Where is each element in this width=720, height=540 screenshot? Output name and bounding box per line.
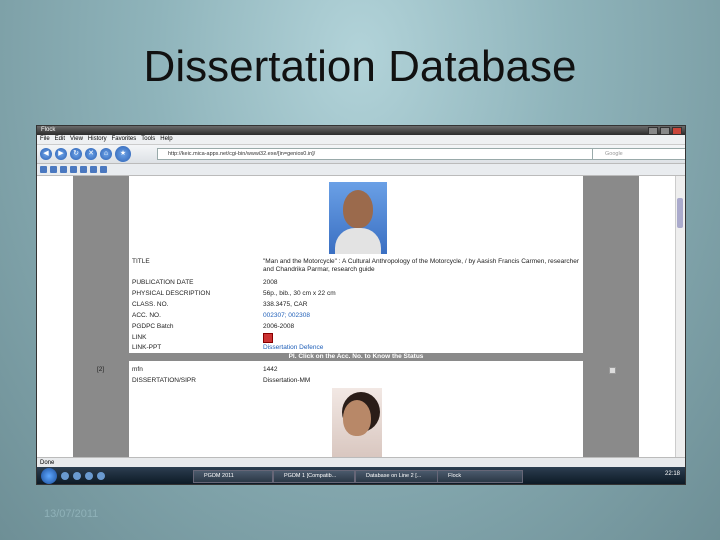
navigation-bar: ◀ ▶ ↻ ✕ ⌂ ★ http://keic.mica-apps.net/cg… <box>37 145 685 164</box>
menu-bar: File Edit View History Favorites Tools H… <box>37 135 685 145</box>
status-banner: Pl. Click on the Acc. No. to Know the St… <box>73 353 639 361</box>
task-database[interactable]: Database on Line 2 [... <box>355 470 443 483</box>
media-icon[interactable] <box>60 166 67 173</box>
accno-link[interactable]: 002307; 002308 <box>263 312 583 320</box>
window-title: Flock <box>41 127 56 133</box>
mail-icon[interactable] <box>70 166 77 173</box>
slide-date: 13/07/2011 <box>44 508 99 520</box>
feed-icon[interactable] <box>50 166 57 173</box>
maximize-button[interactable] <box>660 127 670 135</box>
accno-label: ACC. NO. <box>132 312 161 319</box>
quicklaunch-media-icon[interactable] <box>97 471 105 480</box>
left-margin <box>73 176 129 457</box>
close-button[interactable] <box>672 127 682 135</box>
window-titlebar: Flock <box>37 126 685 135</box>
slide-title: Dissertation Database <box>143 42 577 91</box>
classno-label: CLASS. NO. <box>132 301 169 308</box>
linkppt-link[interactable]: Dissertation Defence <box>263 344 583 352</box>
title-label: TITLE <box>132 258 150 265</box>
forward-icon[interactable]: ▶ <box>55 148 67 160</box>
link-label: LINK <box>132 334 147 341</box>
title-value: "Man and the Motorcycle" : A Cultural An… <box>263 258 580 273</box>
linkppt-label: LINK-PPT <box>132 344 162 351</box>
reload-icon[interactable]: ↻ <box>70 148 82 160</box>
quicklaunch-desktop-icon[interactable] <box>73 471 81 480</box>
menu-file[interactable]: File <box>40 135 50 144</box>
start-button[interactable] <box>41 467 57 484</box>
quicklaunch-ie-icon[interactable] <box>61 471 69 480</box>
people-icon[interactable] <box>40 166 47 173</box>
mfn-label: mfn <box>132 366 143 373</box>
record-index: [2] <box>97 366 105 373</box>
blog-icon[interactable] <box>90 166 97 173</box>
pubdate-label: PUBLICATION DATE <box>132 279 194 286</box>
batch-label: PGDPC Batch <box>132 323 174 330</box>
address-bar[interactable]: http://keic.mica-apps.net/cgi-bin/wwwi32… <box>157 148 634 160</box>
vertical-scrollbar[interactable] <box>675 176 685 457</box>
page-content: TITLE "Man and the Motorcycle" : A Cultu… <box>37 176 685 457</box>
right-margin <box>583 176 639 457</box>
pdf-icon[interactable] <box>263 333 273 343</box>
quicklaunch-firefox-icon[interactable] <box>85 471 93 480</box>
back-icon[interactable]: ◀ <box>40 148 52 160</box>
record-list: TITLE "Man and the Motorcycle" : A Cultu… <box>129 176 583 457</box>
secondary-toolbar <box>37 164 685 176</box>
taskbar: PGDM 2011 PGDM 1 [Compatib... Database o… <box>37 467 685 484</box>
favorites-icon[interactable] <box>80 166 87 173</box>
stop-icon[interactable]: ✕ <box>85 148 97 160</box>
mfn-value: 1442 <box>263 366 278 373</box>
pubdate-value: 2008 <box>263 279 278 286</box>
task-flock[interactable]: Flock <box>437 470 523 483</box>
minimize-button[interactable] <box>648 127 658 135</box>
menu-tools[interactable]: Tools <box>141 135 155 144</box>
select-checkbox[interactable] <box>609 367 616 374</box>
upload-icon[interactable] <box>100 166 107 173</box>
menu-help[interactable]: Help <box>160 135 172 144</box>
task-pgdm1[interactable]: PGDM 1 [Compatib... <box>273 470 355 483</box>
search-input[interactable]: Google <box>592 148 685 160</box>
batch-value: 2006-2008 <box>263 323 295 330</box>
dissertation-value: Dissertation-MM <box>263 377 311 384</box>
taskbar-clock: 22:18 <box>664 471 680 477</box>
physdesc-label: PHYSICAL DESCRIPTION <box>132 290 211 297</box>
researcher-photo-2 <box>332 388 382 457</box>
menu-edit[interactable]: Edit <box>55 135 65 144</box>
researcher-photo <box>329 182 387 254</box>
menu-history[interactable]: History <box>88 135 107 144</box>
menu-view[interactable]: View <box>70 135 83 144</box>
menu-favorites[interactable]: Favorites <box>112 135 137 144</box>
browser-screenshot: Flock File Edit View History Favorites T… <box>36 125 686 485</box>
physdesc-value: 56p., bib., 30 cm x 22 cm <box>263 290 336 297</box>
dissertation-label: DISSERTATION/SIPR <box>132 377 196 384</box>
home-icon[interactable]: ⌂ <box>100 148 112 160</box>
star-icon[interactable]: ★ <box>115 146 131 162</box>
classno-value: 338.3475, CAR <box>263 301 308 308</box>
task-pgdm2011[interactable]: PGDM 2011 <box>193 470 273 483</box>
